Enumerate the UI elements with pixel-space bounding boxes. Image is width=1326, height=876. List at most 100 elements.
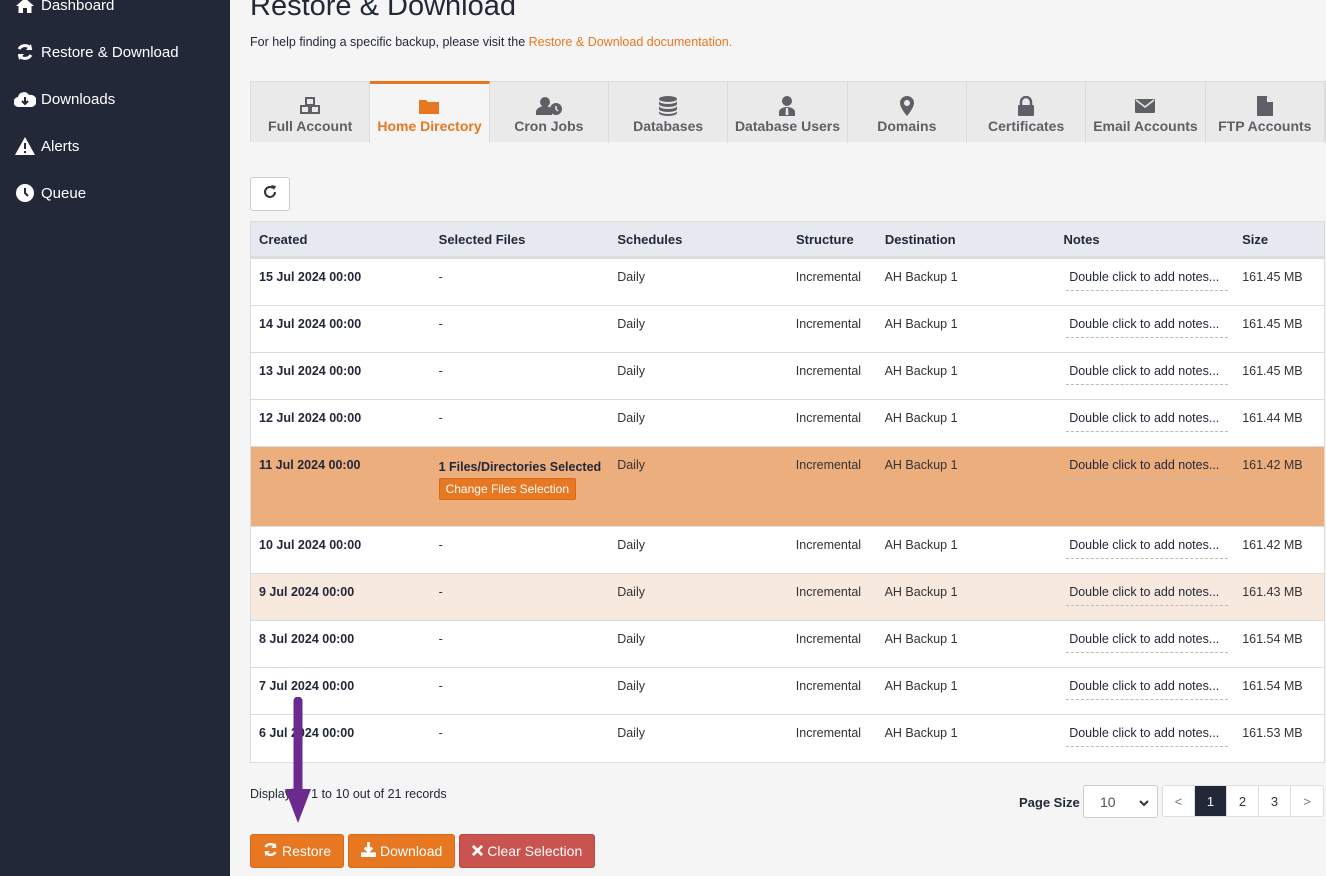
tab-ftp-accounts[interactable]: FTP Accounts xyxy=(1206,82,1325,143)
tab-email-accounts[interactable]: Email Accounts xyxy=(1086,82,1206,143)
lock-icon xyxy=(1018,96,1035,116)
tab-label: Database Users xyxy=(734,118,840,134)
documentation-link[interactable]: Restore & Download documentation. xyxy=(529,35,733,49)
table-row[interactable]: 6 Jul 2024 00:00 - Daily Incremental AH Back… xyxy=(251,715,1324,762)
created-cell: 6 Jul 2024 00:00 xyxy=(259,726,355,740)
notes-field[interactable]: Double click to add notes... xyxy=(1066,585,1229,606)
page-1-button[interactable]: 1 xyxy=(1195,786,1227,816)
notes-cell: Double click to add notes... xyxy=(1055,621,1234,667)
created-cell: 15 Jul 2024 00:00 xyxy=(259,270,362,284)
tab-certificates[interactable]: Certificates xyxy=(967,82,1087,143)
map-marker-icon xyxy=(899,96,914,116)
schedule-cell: Daily xyxy=(617,411,645,425)
selected-files-text: - xyxy=(438,632,443,646)
next-page-button[interactable]: > xyxy=(1291,786,1323,816)
destination-cell: AH Backup 1 xyxy=(884,364,958,378)
table-row[interactable]: 10 Jul 2024 00:00 - Daily Incremental AH Bac… xyxy=(251,527,1324,574)
tab-label: Email Accounts xyxy=(1093,118,1198,134)
tab-database-users[interactable]: Database Users xyxy=(728,82,848,143)
page-3-button[interactable]: 3 xyxy=(1259,786,1291,816)
column-header-destination[interactable]: Destination xyxy=(877,232,1056,247)
tab-full-account[interactable]: Full Account xyxy=(251,82,371,143)
notes-cell: Double click to add notes... xyxy=(1055,400,1234,446)
tab-databases[interactable]: Databases xyxy=(609,82,729,143)
selected-files-text: - xyxy=(438,679,443,693)
destination-cell: AH Backup 1 xyxy=(884,679,958,693)
selected-files-text: - xyxy=(438,364,443,378)
notes-field[interactable]: Double click to add notes... xyxy=(1066,411,1229,432)
created-cell: 7 Jul 2024 00:00 xyxy=(259,679,355,693)
table-body: 15 Jul 2024 00:00 - Daily Incremental AH Bac… xyxy=(251,259,1324,762)
cubes-icon xyxy=(300,96,321,116)
user-tie-icon xyxy=(779,96,796,116)
schedule-cell: Daily xyxy=(617,632,645,646)
sidebar-item-label: Dashboard xyxy=(41,0,115,14)
destination-cell: AH Backup 1 xyxy=(884,632,958,646)
schedule-cell: Daily xyxy=(617,364,645,378)
table-row[interactable]: 11 Jul 2024 00:00 1 Files/Directories Sel… xyxy=(251,447,1324,527)
notes-field[interactable]: Double click to add notes... xyxy=(1066,726,1229,747)
column-header-created[interactable]: Created xyxy=(251,232,431,247)
notes-field[interactable]: Double click to add notes... xyxy=(1066,364,1229,385)
clear-selection-button[interactable]: Clear Selection xyxy=(459,834,596,868)
tab-label: Home Directory xyxy=(377,118,482,134)
destination-cell: AH Backup 1 xyxy=(884,270,958,284)
structure-cell: Incremental xyxy=(795,726,862,740)
sidebar-item-dashboard[interactable]: Dashboard xyxy=(14,0,114,14)
page-2-button[interactable]: 2 xyxy=(1227,786,1259,816)
tab-label: Certificates xyxy=(988,118,1065,134)
notes-field[interactable]: Double click to add notes... xyxy=(1066,679,1229,700)
schedule-cell: Daily xyxy=(617,585,645,599)
close-icon xyxy=(472,843,487,859)
sidebar-item-queue[interactable]: Queue xyxy=(14,184,86,202)
column-header-structure[interactable]: Structure xyxy=(788,232,877,247)
table-row[interactable]: 15 Jul 2024 00:00 - Daily Incremental AH Bac… xyxy=(251,259,1324,306)
page-size-select[interactable]: 10 xyxy=(1083,785,1158,818)
structure-cell: Incremental xyxy=(795,364,862,378)
size-cell: 161.42 MB xyxy=(1242,538,1303,552)
table-row[interactable]: 12 Jul 2024 00:00 - Daily Incremental AH Bac… xyxy=(251,400,1324,447)
prev-page-button[interactable]: < xyxy=(1163,786,1195,816)
column-header-size[interactable]: Size xyxy=(1234,232,1324,247)
sidebar-item-restore-download[interactable]: Restore & Download xyxy=(14,43,179,61)
schedule-cell: Daily xyxy=(617,679,645,693)
table-row[interactable]: 14 Jul 2024 00:00 - Daily Incremental AH Bac… xyxy=(251,306,1324,353)
table-row[interactable]: 9 Jul 2024 00:00 - Daily Incremental AH Back… xyxy=(251,574,1324,621)
notes-field[interactable]: Double click to add notes... xyxy=(1066,632,1229,653)
column-header-notes[interactable]: Notes xyxy=(1055,232,1234,247)
column-header-schedules[interactable]: Schedules xyxy=(609,232,788,247)
table-row[interactable]: 7 Jul 2024 00:00 - Daily Incremental AH Back… xyxy=(251,668,1324,715)
schedule-cell: Daily xyxy=(617,458,645,472)
table-row[interactable]: 13 Jul 2024 00:00 - Daily Incremental AH Bac… xyxy=(251,353,1324,400)
download-button[interactable]: Download xyxy=(348,834,456,868)
column-header-selected-files[interactable]: Selected Files xyxy=(431,232,610,247)
selected-files-text: - xyxy=(438,726,443,740)
selected-files-cell: - xyxy=(431,259,610,305)
refresh-button[interactable] xyxy=(250,177,290,211)
table-header: Created Selected Files Schedules Structu… xyxy=(251,222,1324,259)
records-count: Displaying 1 to 10 out of 21 records xyxy=(250,787,447,801)
tab-label: Domains xyxy=(877,118,937,134)
selected-files-text: 1 Files/Directories Selected xyxy=(438,460,602,474)
sidebar-item-downloads[interactable]: Downloads xyxy=(14,90,115,108)
chevron-down-icon xyxy=(1139,794,1149,810)
sidebar-item-alerts[interactable]: Alerts xyxy=(14,137,79,155)
main-content: Restore & Download For help finding a sp… xyxy=(230,0,1326,876)
notes-field[interactable]: Double click to add notes... xyxy=(1066,458,1229,479)
pagination: < 1 2 3 > xyxy=(1162,785,1324,817)
tab-home-directory[interactable]: Home Directory xyxy=(370,81,490,143)
schedule-cell: Daily xyxy=(617,538,645,552)
notes-field[interactable]: Double click to add notes... xyxy=(1066,538,1229,559)
tab-cron-jobs[interactable]: Cron Jobs xyxy=(490,82,609,143)
refresh-icon xyxy=(262,184,278,205)
change-files-selection-button[interactable]: Change Files Selection xyxy=(438,478,576,500)
restore-button[interactable]: Restore xyxy=(250,834,345,868)
selected-files-text: - xyxy=(438,411,443,425)
notes-field[interactable]: Double click to add notes... xyxy=(1066,270,1229,291)
notes-field[interactable]: Double click to add notes... xyxy=(1066,317,1229,338)
tab-domains[interactable]: Domains xyxy=(848,82,967,143)
notes-cell: Double click to add notes... xyxy=(1055,574,1234,620)
tab-label: FTP Accounts xyxy=(1218,118,1312,134)
table-row[interactable]: 8 Jul 2024 00:00 - Daily Incremental AH Back… xyxy=(251,621,1324,668)
structure-cell: Incremental xyxy=(795,458,862,472)
